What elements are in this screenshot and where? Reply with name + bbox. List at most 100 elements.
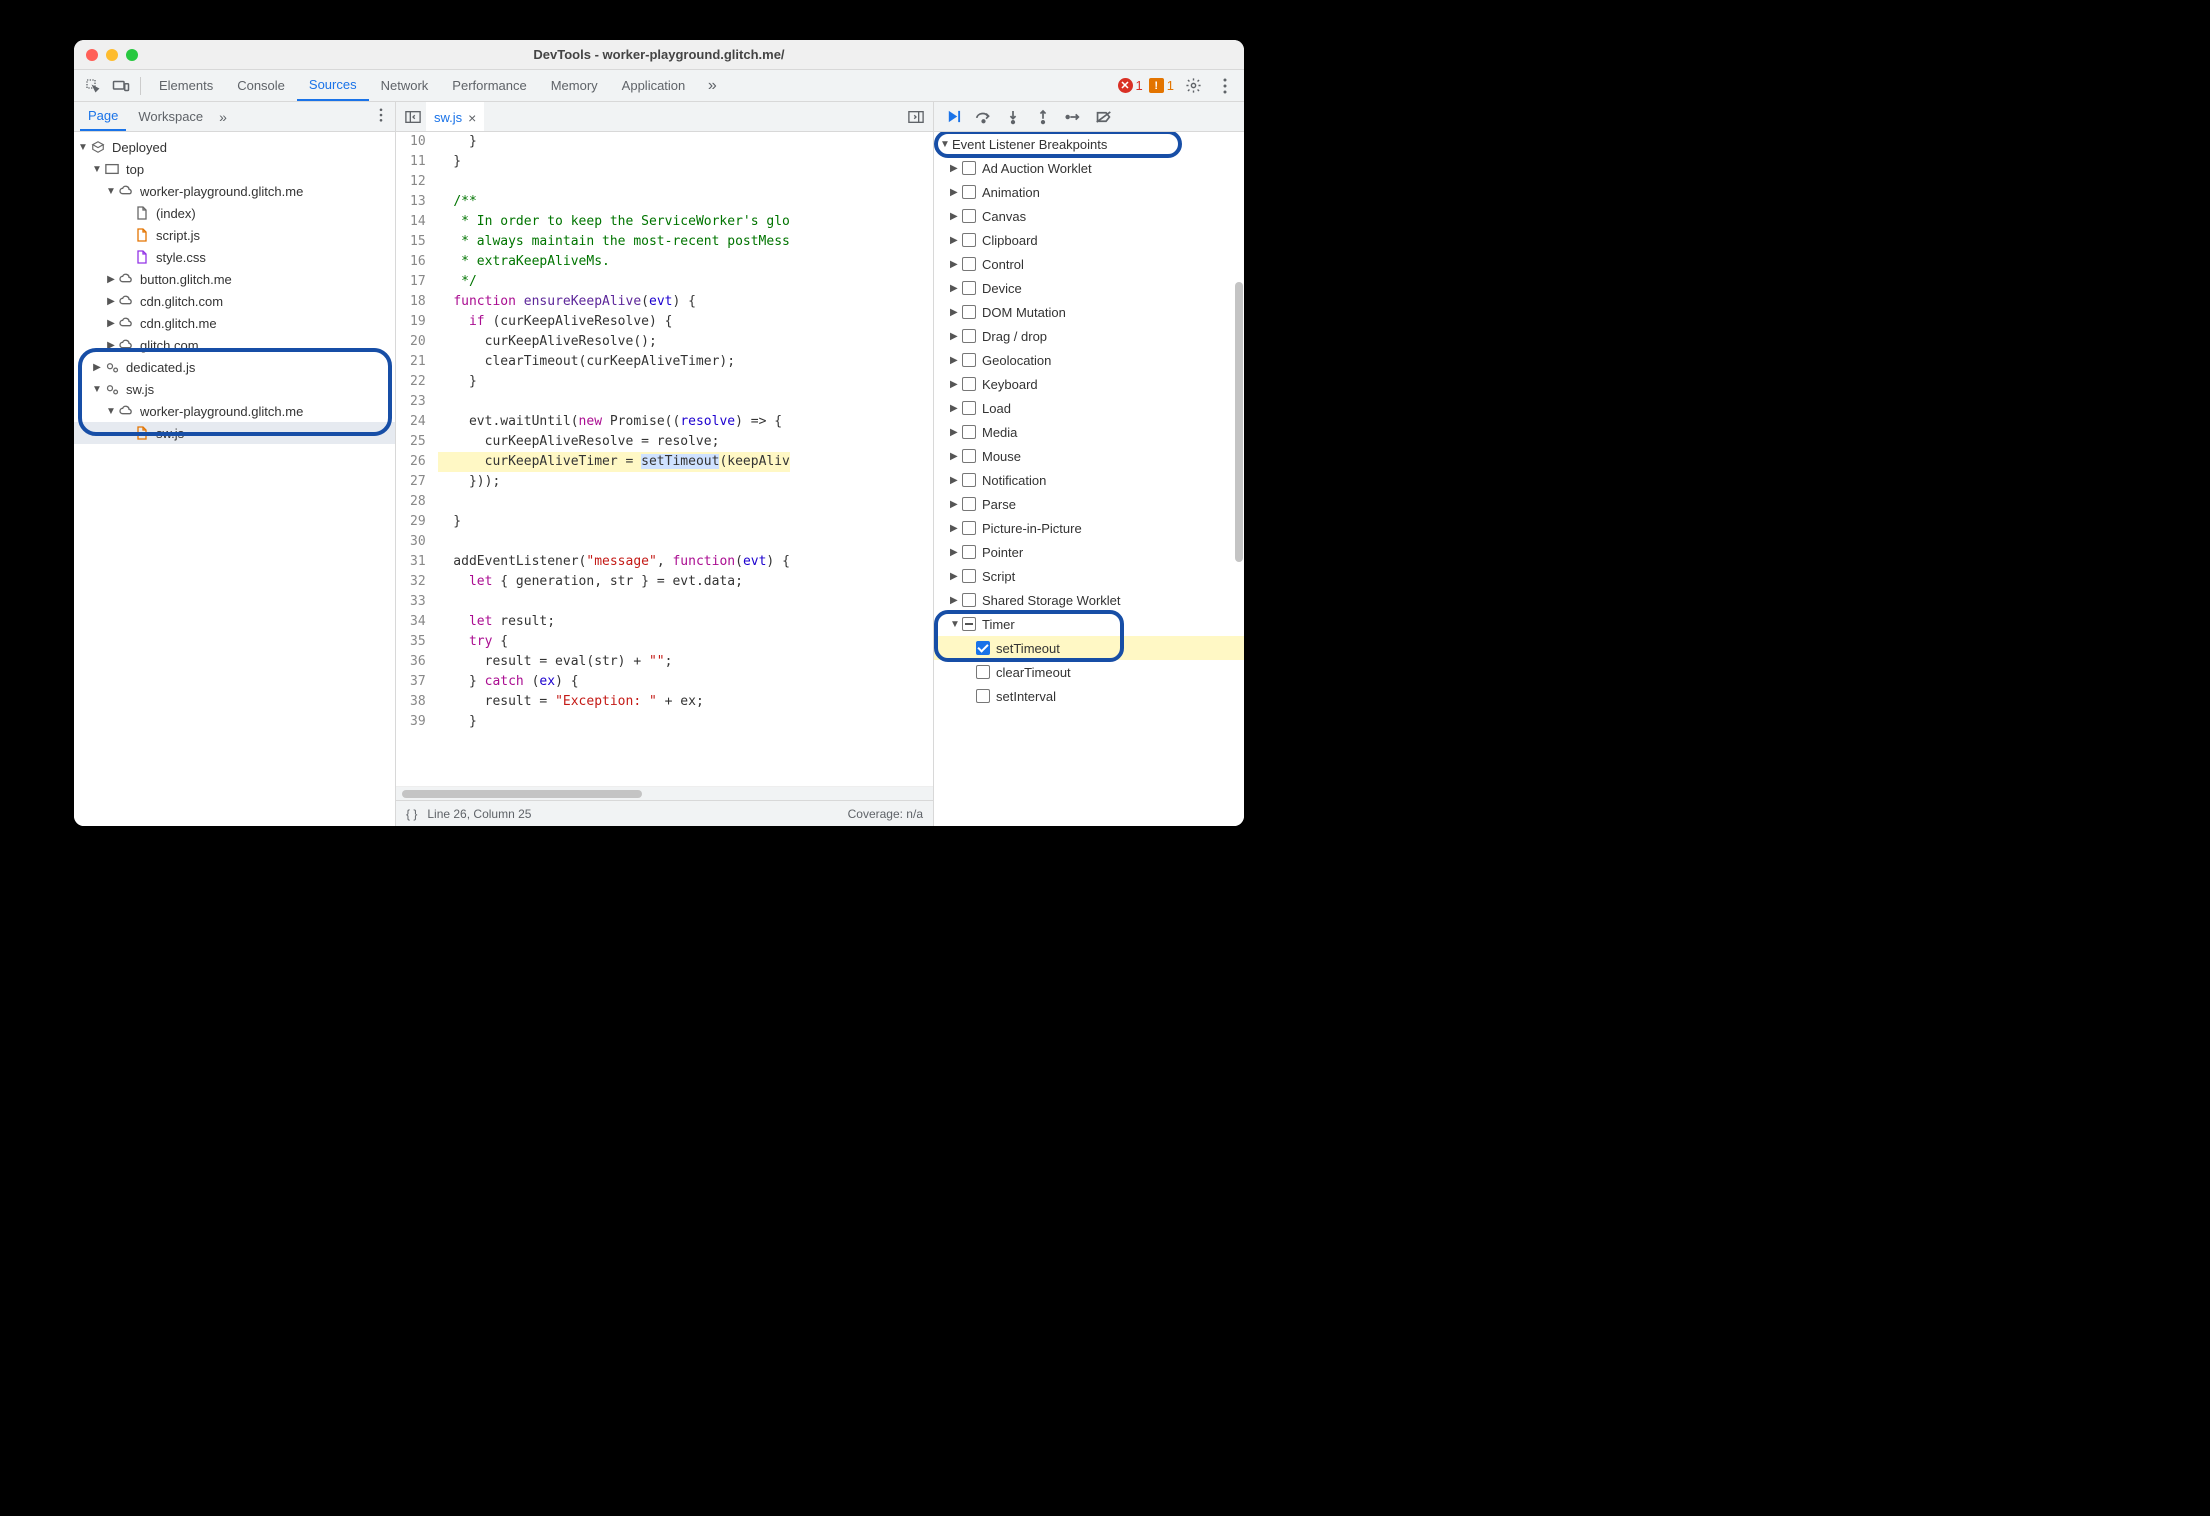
category-row[interactable]: ▶Drag / drop <box>934 324 1244 348</box>
category-checkbox[interactable] <box>962 209 976 223</box>
tree-node-sw-root[interactable]: ▼ sw.js <box>74 378 395 400</box>
category-checkbox[interactable] <box>962 473 976 487</box>
breakpoint-setTimeout[interactable]: setTimeout <box>934 636 1244 660</box>
step-over-button[interactable] <box>970 105 996 129</box>
main-tab-elements[interactable]: Elements <box>147 70 225 101</box>
category-row[interactable]: ▶Load <box>934 396 1244 420</box>
tree-file-style[interactable]: style.css <box>74 246 395 268</box>
step-button[interactable] <box>1060 105 1086 129</box>
category-row[interactable]: ▶Canvas <box>934 204 1244 228</box>
pretty-print-icon[interactable]: { } <box>406 807 417 821</box>
category-checkbox[interactable] <box>962 569 976 583</box>
toggle-navigator-icon[interactable] <box>400 104 426 130</box>
category-checkbox[interactable] <box>962 353 976 367</box>
editor-horizontal-scrollbar[interactable] <box>396 786 933 800</box>
category-row[interactable]: ▶Device <box>934 276 1244 300</box>
breakpoint-checkbox[interactable] <box>976 641 990 655</box>
step-out-button[interactable] <box>1030 105 1056 129</box>
breakpoint-checkbox[interactable] <box>976 689 990 703</box>
breakpoint-checkbox[interactable] <box>976 665 990 679</box>
category-checkbox[interactable] <box>962 377 976 391</box>
category-checkbox[interactable] <box>962 449 976 463</box>
navigator-tabs: Page Workspace » <box>74 102 395 132</box>
tree-node-top[interactable]: ▼ top <box>74 158 395 180</box>
category-checkbox[interactable] <box>962 257 976 271</box>
main-tab-application[interactable]: Application <box>610 70 698 101</box>
workspace-tab[interactable]: Workspace <box>130 102 211 131</box>
category-label: Picture-in-Picture <box>982 521 1082 536</box>
device-toggle-icon[interactable] <box>108 73 134 99</box>
tree-node-origin[interactable]: ▼ worker-playground.glitch.me <box>74 180 395 202</box>
category-row[interactable]: ▶Animation <box>934 180 1244 204</box>
tree-label: script.js <box>156 228 200 243</box>
overflow-tabs-icon[interactable]: » <box>699 73 725 99</box>
deactivate-breakpoints-button[interactable] <box>1090 105 1116 129</box>
category-checkbox[interactable] <box>962 617 976 631</box>
category-row[interactable]: ▶Picture-in-Picture <box>934 516 1244 540</box>
resume-button[interactable] <box>940 105 966 129</box>
main-tab-console[interactable]: Console <box>225 70 297 101</box>
nav-menu-icon[interactable] <box>373 108 389 125</box>
category-checkbox[interactable] <box>962 185 976 199</box>
toggle-debugger-icon[interactable] <box>903 104 929 130</box>
category-checkbox[interactable] <box>962 401 976 415</box>
category-checkbox[interactable] <box>962 521 976 535</box>
main-tab-network[interactable]: Network <box>369 70 441 101</box>
category-row[interactable]: ▶Notification <box>934 468 1244 492</box>
error-badge[interactable]: ✕ 1 <box>1118 78 1143 93</box>
category-row[interactable]: ▶Shared Storage Worklet <box>934 588 1244 612</box>
tree-node-sw-origin[interactable]: ▼ worker-playground.glitch.me <box>74 400 395 422</box>
category-row[interactable]: ▶Parse <box>934 492 1244 516</box>
category-row[interactable]: ▶Mouse <box>934 444 1244 468</box>
tree-file-index[interactable]: (index) <box>74 202 395 224</box>
sidebar-scrollbar[interactable] <box>1231 132 1244 826</box>
category-row[interactable]: ▶Keyboard <box>934 372 1244 396</box>
tree-node-origin[interactable]: ▶button.glitch.me <box>74 268 395 290</box>
main-tab-sources[interactable]: Sources <box>297 70 369 101</box>
tree-label: (index) <box>156 206 196 221</box>
category-checkbox[interactable] <box>962 161 976 175</box>
close-tab-icon[interactable]: × <box>468 110 476 126</box>
main-tab-performance[interactable]: Performance <box>440 70 538 101</box>
tree-node-origin[interactable]: ▶cdn.glitch.me <box>74 312 395 334</box>
inspect-icon[interactable] <box>80 73 106 99</box>
category-row[interactable]: ▶Clipboard <box>934 228 1244 252</box>
category-timer[interactable]: ▼ Timer <box>934 612 1244 636</box>
category-checkbox[interactable] <box>962 281 976 295</box>
category-row[interactable]: ▶Control <box>934 252 1244 276</box>
category-checkbox[interactable] <box>962 545 976 559</box>
section-title: Event Listener Breakpoints <box>952 137 1107 152</box>
category-row[interactable]: ▶Media <box>934 420 1244 444</box>
tree-node-origin[interactable]: ▶glitch.com <box>74 334 395 356</box>
category-row[interactable]: ▶DOM Mutation <box>934 300 1244 324</box>
code-editor[interactable]: 1011121314151617181920212223242526272829… <box>396 132 933 786</box>
overflow-nav-tabs-icon[interactable]: » <box>215 109 231 125</box>
category-checkbox[interactable] <box>962 329 976 343</box>
category-checkbox[interactable] <box>962 497 976 511</box>
kebab-menu-icon[interactable] <box>1212 73 1238 99</box>
step-into-button[interactable] <box>1000 105 1026 129</box>
category-row[interactable]: ▶Geolocation <box>934 348 1244 372</box>
category-row[interactable]: ▶Pointer <box>934 540 1244 564</box>
tree-node-deployed[interactable]: ▼ Deployed <box>74 136 395 158</box>
tree-node-dedicated[interactable]: ▶ dedicated.js <box>74 356 395 378</box>
editor-tab-swjs[interactable]: sw.js × <box>426 102 484 131</box>
tree-node-origin[interactable]: ▶cdn.glitch.com <box>74 290 395 312</box>
warning-badge[interactable]: ! 1 <box>1149 78 1174 93</box>
category-checkbox[interactable] <box>962 425 976 439</box>
main-tab-memory[interactable]: Memory <box>539 70 610 101</box>
settings-icon[interactable] <box>1180 73 1206 99</box>
breakpoint-clearTimeout[interactable]: clearTimeout <box>934 660 1244 684</box>
page-tab[interactable]: Page <box>80 102 126 131</box>
tree-file-script[interactable]: script.js <box>74 224 395 246</box>
category-row[interactable]: ▶Ad Auction Worklet <box>934 156 1244 180</box>
category-checkbox[interactable] <box>962 305 976 319</box>
event-listener-breakpoints-header[interactable]: ▼ Event Listener Breakpoints <box>934 132 1244 156</box>
category-checkbox[interactable] <box>962 233 976 247</box>
tree-file-sw[interactable]: sw.js <box>74 422 395 444</box>
cloud-icon <box>118 337 134 353</box>
source-code[interactable]: } } /** * In order to keep the ServiceWo… <box>436 132 790 732</box>
breakpoint-setInterval[interactable]: setInterval <box>934 684 1244 708</box>
category-checkbox[interactable] <box>962 593 976 607</box>
category-row[interactable]: ▶Script <box>934 564 1244 588</box>
